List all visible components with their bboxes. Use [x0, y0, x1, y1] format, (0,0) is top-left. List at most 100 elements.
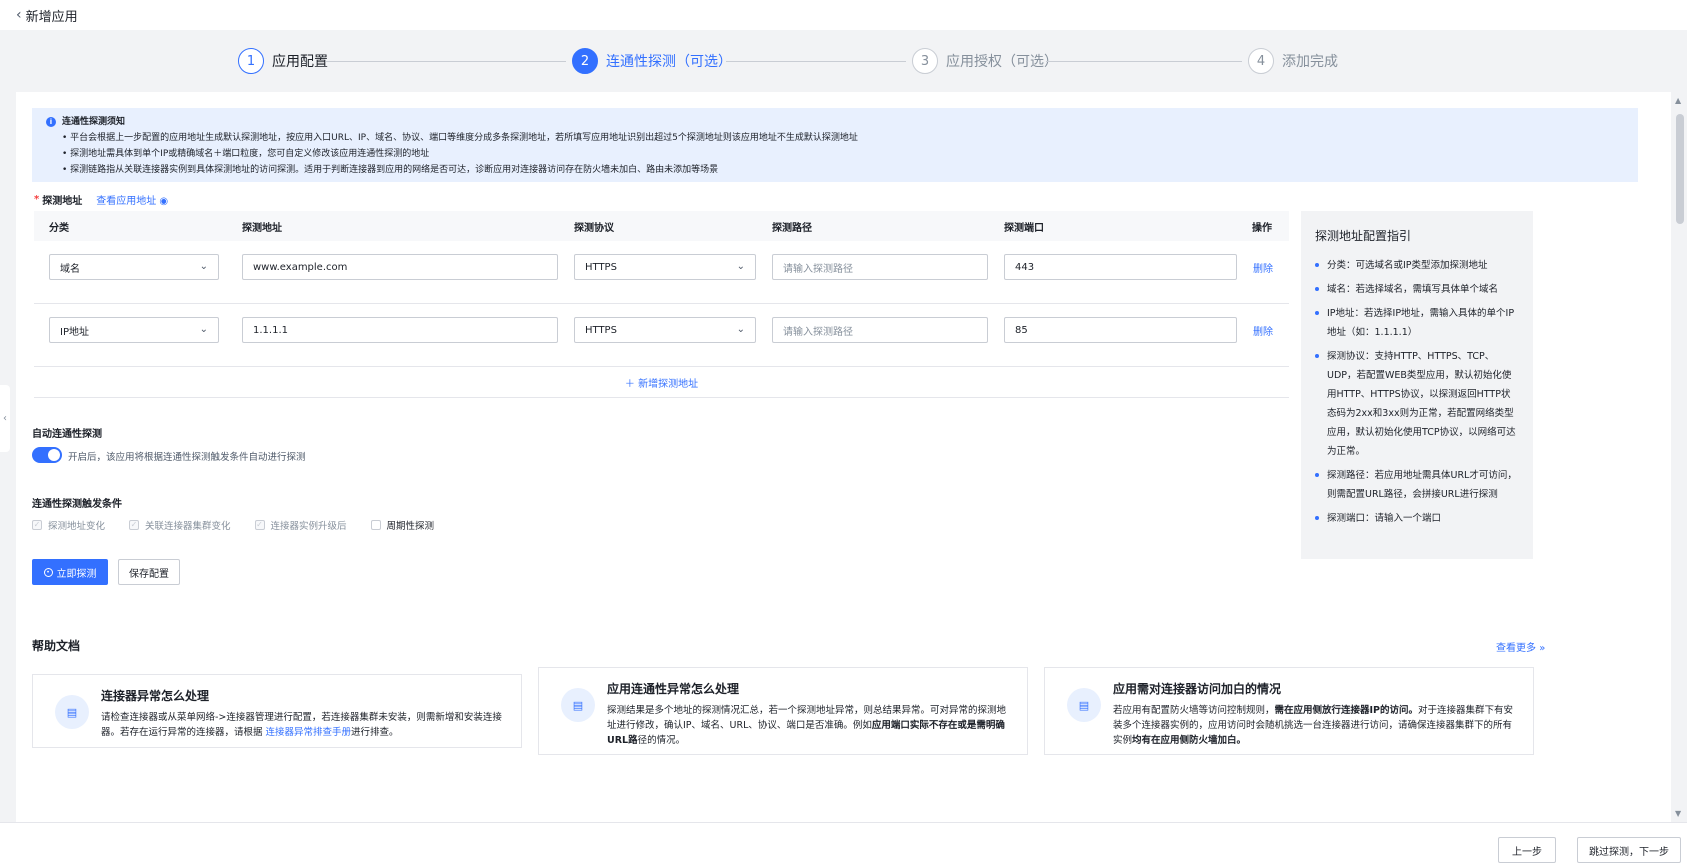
- chevron-down-icon: ⌄: [736, 324, 745, 335]
- checkbox-checked-icon: ✓: [32, 520, 42, 530]
- probe-now-button[interactable]: • 立即探测: [32, 559, 108, 585]
- chevron-down-icon: ⌄: [736, 261, 745, 272]
- guide-item: 域名：若选择域名，需填写具体单个域名: [1315, 280, 1519, 299]
- category-value: IP地址: [60, 326, 89, 338]
- step-app-authorization[interactable]: 3 应用授权（可选）: [912, 48, 1058, 74]
- guide-item: 探测协议：支持HTTP、HTTPS、TCP、UDP，若配置WEB类型应用，默认初…: [1315, 347, 1519, 461]
- step-app-config[interactable]: 1 应用配置: [238, 48, 328, 74]
- step-number: 1: [238, 48, 264, 74]
- col-path: 探测路径: [772, 222, 812, 234]
- step-label: 添加完成: [1282, 54, 1338, 70]
- notice-title-text: 连通性探测须知: [62, 117, 126, 127]
- table-row: 域名 ⌄ www.example.com HTTPS ⌄ 请输入探测路径 443 删…: [34, 241, 1289, 304]
- step-complete[interactable]: 4 添加完成: [1248, 48, 1338, 74]
- step-number: 2: [572, 48, 598, 74]
- col-address: 探测地址: [242, 222, 282, 234]
- guide-item: 分类：可选域名或IP类型添加探测地址: [1315, 256, 1519, 275]
- card-desc-text: 进行排查。: [351, 727, 399, 738]
- checkbox-label: 周期性探测: [386, 521, 435, 532]
- delete-link[interactable]: 删除: [1253, 323, 1273, 338]
- add-probe-address-label: 新增探测地址: [638, 378, 699, 390]
- card-desc-text: 若应用有配置防火墙等访问控制规则，: [1113, 705, 1275, 716]
- auto-probe-toggle[interactable]: [32, 447, 62, 463]
- skip-next-button[interactable]: 跳过探测，下一步: [1577, 837, 1681, 863]
- help-card-whitelist[interactable]: ▤ 应用需对连接器访问加白的情况 若应用有配置防火墙等访问控制规则，需在应用侧放…: [1044, 667, 1534, 755]
- card-title: 应用连通性异常怎么处理: [607, 682, 740, 696]
- page-title[interactable]: 新增应用: [26, 6, 78, 25]
- step-connectivity-probe[interactable]: 2 连通性探测（可选）: [572, 48, 732, 74]
- guide-item: 探测端口：请输入一个端口: [1315, 509, 1519, 528]
- trigger-options: ✓ 探测地址变化 ✓ 关联连接器集群变化 ✓ 连接器实例升级后 周期性探测: [32, 518, 458, 532]
- address-input[interactable]: 1.1.1.1: [242, 317, 558, 343]
- port-input[interactable]: 443: [1004, 254, 1237, 280]
- category-select[interactable]: 域名 ⌄: [49, 254, 219, 280]
- card-desc-text: 径的情况。: [637, 735, 686, 746]
- notice-box: i 连通性探测须知 • 平台会根据上一步配置的应用地址生成默认探测地址，按应用入口…: [32, 108, 1638, 182]
- chevron-down-icon: ⌄: [199, 261, 208, 272]
- required-mark: *: [34, 194, 40, 205]
- auto-probe-desc: 开启后，该应用将根据连通性探测触发条件自动进行探测: [68, 452, 306, 463]
- trigger-checkbox-periodic[interactable]: 周期性探测: [370, 518, 435, 532]
- vertical-scrollbar[interactable]: ▲ ▼: [1672, 92, 1687, 822]
- protocol-select[interactable]: HTTPS ⌄: [574, 317, 756, 343]
- address-input[interactable]: www.example.com: [242, 254, 558, 280]
- protocol-value: HTTPS: [585, 324, 617, 336]
- auto-probe-title: 自动连通性探测: [32, 429, 102, 440]
- card-desc-bold: 均有在应用侧防火墙加白。: [1132, 735, 1247, 746]
- path-input[interactable]: 请输入探测路径: [772, 317, 988, 343]
- main-panel: i 连通性探测须知 • 平台会根据上一步配置的应用地址生成默认探测地址，按应用入口…: [16, 92, 1671, 822]
- protocol-select[interactable]: HTTPS ⌄: [574, 254, 756, 280]
- checkbox-label: 探测地址变化: [48, 521, 106, 532]
- category-select[interactable]: IP地址 ⌄: [49, 317, 219, 343]
- toggle-knob: [48, 449, 60, 461]
- checkbox-empty-icon: [370, 520, 381, 530]
- notice-item-text: 探测地址需具体到单个IP或精确域名＋端口粒度，您可自定义修改该应用连通性探测的地…: [70, 149, 430, 159]
- scroll-thumb[interactable]: [1676, 114, 1684, 224]
- card-desc: 若应用有配置防火墙等访问控制规则，需在应用侧放行连接器IP的访问。对于连接器集群…: [1113, 703, 1521, 748]
- save-config-button[interactable]: 保存配置: [118, 559, 180, 585]
- prev-step-button[interactable]: 上一步: [1498, 837, 1556, 863]
- notice-item: • 探测链路指从关联连接器实例到具体探测地址的访问探测。适用于判断连接器到应用的…: [62, 165, 719, 175]
- probe-address-label: * 探测地址 查看应用地址 ◉: [34, 192, 168, 207]
- help-card-connector[interactable]: ▤ 连接器异常怎么处理 请检查连接器或从菜单网络->连接器管理进行配置，若连接器…: [32, 674, 522, 748]
- notice-item-text: 探测链路指从关联连接器实例到具体探测地址的访问探测。适用于判断连接器到应用的网络…: [70, 165, 719, 175]
- category-value: 域名: [60, 263, 80, 275]
- step-connector: [1046, 61, 1242, 62]
- probe-now-label: 立即探测: [56, 568, 97, 580]
- add-probe-address-button[interactable]: ＋ 新增探测地址: [34, 367, 1289, 398]
- port-input[interactable]: 85: [1004, 317, 1237, 343]
- chevron-left-icon: ‹: [3, 413, 7, 424]
- view-more-link[interactable]: 查看更多 »: [1496, 639, 1545, 654]
- back-chevron-icon[interactable]: ‹: [16, 7, 22, 23]
- trigger-checkbox-address-change[interactable]: ✓ 探测地址变化: [32, 518, 105, 532]
- step-connector: [326, 61, 566, 62]
- probe-address-label-text: 探测地址: [42, 196, 83, 207]
- troubleshoot-manual-link[interactable]: 连接器异常排查手册: [266, 727, 352, 738]
- scroll-up-icon[interactable]: ▲: [1675, 96, 1681, 105]
- trigger-title: 连通性探测触发条件: [32, 499, 122, 510]
- step-label: 应用授权（可选）: [946, 54, 1058, 70]
- path-placeholder: 请输入探测路径: [783, 263, 853, 275]
- collapse-handle[interactable]: ‹: [0, 385, 10, 452]
- help-card-connectivity[interactable]: ▤ 应用连通性异常怎么处理 探测结果是多个地址的探测情况汇总，若一个探测地址异常…: [538, 667, 1028, 755]
- plus-icon: ＋: [624, 378, 635, 390]
- eye-icon: ◉: [159, 196, 169, 207]
- probe-table: 分类 探测地址 探测协议 探测路径 探测端口 操作 域名 ⌄ www.exampl…: [34, 211, 1289, 398]
- view-app-address-link[interactable]: 查看应用地址 ◉: [96, 192, 168, 207]
- step-label: 连通性探测（可选）: [606, 54, 732, 70]
- document-icon: ▤: [561, 688, 595, 722]
- port-value: 85: [1015, 324, 1028, 336]
- col-category: 分类: [49, 222, 69, 234]
- chevron-down-icon: ⌄: [199, 324, 208, 335]
- delete-link[interactable]: 删除: [1253, 260, 1273, 275]
- guide-item: IP地址：若选择IP地址，需输入具体的单个IP地址（如：1.1.1.1）: [1315, 304, 1519, 342]
- trigger-checkbox-upgrade[interactable]: ✓ 连接器实例升级后: [254, 518, 347, 532]
- path-input[interactable]: 请输入探测路径: [772, 254, 988, 280]
- document-icon: ▤: [55, 695, 89, 729]
- notice-item: • 平台会根据上一步配置的应用地址生成默认探测地址，按应用入口URL、IP、域名…: [62, 133, 858, 143]
- document-icon: ▤: [1067, 688, 1101, 722]
- trigger-checkbox-cluster-change[interactable]: ✓ 关联连接器集群变化: [129, 518, 231, 532]
- card-title: 应用需对连接器访问加白的情况: [1113, 682, 1282, 696]
- scroll-down-icon[interactable]: ▼: [1675, 809, 1681, 818]
- table-header: 分类 探测地址 探测协议 探测路径 探测端口 操作: [34, 211, 1289, 241]
